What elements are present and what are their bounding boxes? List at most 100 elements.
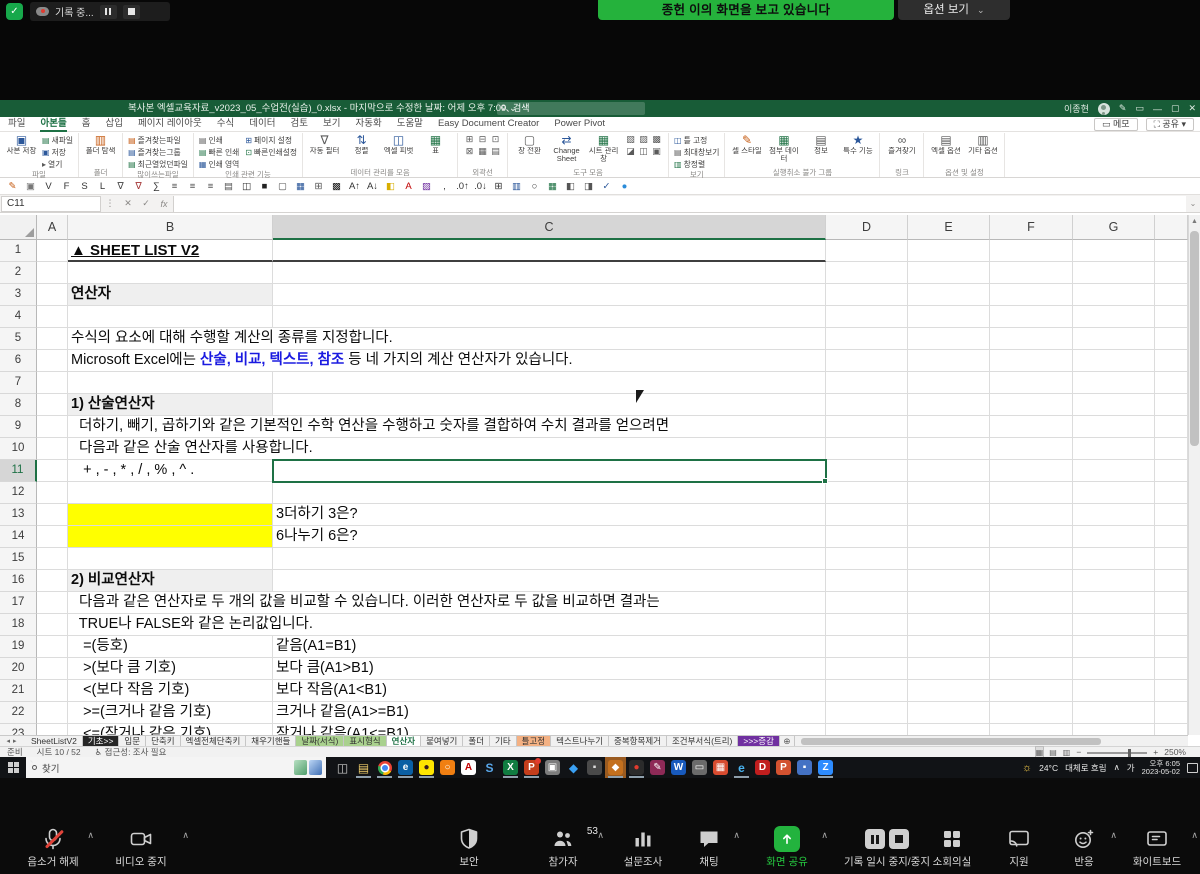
cell-G16[interactable] xyxy=(1073,570,1155,592)
dark-fill-icon[interactable]: ■ xyxy=(257,179,272,194)
cell-D19[interactable] xyxy=(826,636,908,658)
cell-A5[interactable] xyxy=(37,328,68,350)
cell-E5[interactable] xyxy=(908,328,990,350)
cell-X8[interactable] xyxy=(1155,394,1188,416)
sheet-tab-표시형식[interactable]: 표시형식 xyxy=(344,736,386,746)
cell-B9[interactable]: 더하기, 빼기, 곱하기와 같은 기본적인 수학 연산을 수행하고 숫자를 결합… xyxy=(68,416,826,438)
cell-X14[interactable] xyxy=(1155,526,1188,548)
cell-A11[interactable] xyxy=(37,460,68,482)
cell-X4[interactable] xyxy=(1155,306,1188,328)
chevron-up-icon[interactable]: ∧ xyxy=(597,830,604,841)
cell-B14[interactable] xyxy=(68,526,273,548)
ribbon-button-시트 관리창[interactable]: ▦시트 관리창 xyxy=(587,134,620,163)
cell-A23[interactable] xyxy=(37,724,68,735)
ribbon-button-최대창보기[interactable]: ▤최대창보기 xyxy=(674,146,719,158)
cell-X21[interactable] xyxy=(1155,680,1188,702)
s-macro-button[interactable]: S xyxy=(77,179,92,194)
row-header-19[interactable]: 19 xyxy=(0,636,37,658)
cell-C2[interactable] xyxy=(273,262,826,284)
row-header-14[interactable]: 14 xyxy=(0,526,37,548)
filter-icon[interactable]: ∇ xyxy=(113,179,128,194)
comma-style-icon[interactable]: , xyxy=(437,179,452,194)
row-header-8[interactable]: 8 xyxy=(0,394,37,416)
capture-tool-icon[interactable]: ◆ xyxy=(605,757,626,778)
sheet-tab-조건부서식(트리)[interactable]: 조건부서식(트리) xyxy=(667,736,738,746)
row-header-3[interactable]: 3 xyxy=(0,284,37,306)
ribbon-button-즐겨찾기[interactable]: ∞즐겨찾기 xyxy=(885,134,918,155)
fill-color-icon[interactable]: ◧ xyxy=(383,179,398,194)
dark-app-icon[interactable]: ▪ xyxy=(584,757,605,778)
cell-C15[interactable] xyxy=(273,548,826,570)
menu-tab-보기[interactable]: 보기 xyxy=(323,117,340,132)
cell-C16[interactable] xyxy=(273,570,826,592)
cell-D8[interactable] xyxy=(826,394,908,416)
cell-G15[interactable] xyxy=(1073,548,1155,570)
ribbon-options-icon[interactable]: ▭ xyxy=(1135,103,1144,114)
cell-X6[interactable] xyxy=(1155,350,1188,372)
menu-tab-아본들[interactable]: 아본들 xyxy=(40,117,66,132)
cell-E10[interactable] xyxy=(908,438,990,460)
ribbon-mini-icon[interactable]: ◪ xyxy=(624,146,637,158)
remote-app-icon[interactable]: ▭ xyxy=(689,757,710,778)
cell-G4[interactable] xyxy=(1073,306,1155,328)
ribbon-mini-icon[interactable]: ⊞ xyxy=(463,134,476,146)
cell-G23[interactable] xyxy=(1073,724,1155,735)
dark-table-icon[interactable]: ▩ xyxy=(329,179,344,194)
zoom-app-icon[interactable]: Z xyxy=(815,757,836,778)
polls-button[interactable]: 설문조사 xyxy=(612,826,674,870)
ribbon-button-틀 고정[interactable]: ◫틀 고정 xyxy=(674,134,719,146)
ribbon-button-표[interactable]: ▦표 xyxy=(419,134,452,155)
font-smaller-icon[interactable]: A↓ xyxy=(365,179,380,194)
ribbon-button-폴더 탐색[interactable]: ▥폴더 탐색 xyxy=(84,134,117,155)
cell-C4[interactable] xyxy=(273,306,826,328)
format-painter-icon[interactable]: ✎ xyxy=(5,179,20,194)
cell-F6[interactable] xyxy=(990,350,1073,372)
clock[interactable]: 오후 6:052023-05-02 xyxy=(1142,760,1180,776)
close-button[interactable]: ✕ xyxy=(1188,103,1196,114)
cell-A10[interactable] xyxy=(37,438,68,460)
cell-G9[interactable] xyxy=(1073,416,1155,438)
cell-G8[interactable] xyxy=(1073,394,1155,416)
menu-tab-파일[interactable]: 파일 xyxy=(8,117,25,132)
cell-B17[interactable]: 다음과 같은 연산자로 두 개의 값을 비교할 수 있습니다. 이러한 연산자로… xyxy=(68,592,826,614)
cell-F13[interactable] xyxy=(990,504,1073,526)
cell-X20[interactable] xyxy=(1155,658,1188,680)
row-header-12[interactable]: 12 xyxy=(0,482,37,504)
cell-G7[interactable] xyxy=(1073,372,1155,394)
zoom-slider[interactable] xyxy=(1087,752,1147,754)
cell-C3[interactable] xyxy=(273,284,826,306)
font-bigger-icon[interactable]: A↑ xyxy=(347,179,362,194)
menu-tab-수식[interactable]: 수식 xyxy=(217,117,234,132)
ribbon-button-저장[interactable]: ▣저장 xyxy=(42,146,73,158)
ribbon-mini-icon[interactable]: ⊟ xyxy=(476,134,489,146)
cell-B15[interactable] xyxy=(68,548,273,570)
cell-D9[interactable] xyxy=(826,416,908,438)
share-screen-button[interactable]: ∧화면 공유 xyxy=(748,826,826,870)
ribbon-button-정렬[interactable]: ⇅정렬 xyxy=(345,134,378,155)
cell-C1[interactable] xyxy=(273,240,826,262)
participants-button[interactable]: 53∧참가자 xyxy=(524,826,602,870)
cell-F20[interactable] xyxy=(990,658,1073,680)
cell-C19[interactable]: 같음(A1=B1) xyxy=(273,636,826,658)
ribbon-button-즐겨찾는파일[interactable]: ▤즐겨찾는파일 xyxy=(128,134,188,146)
cell-D6[interactable] xyxy=(826,350,908,372)
sheet-tab-중복항목제거[interactable]: 중복항목제거 xyxy=(609,736,667,746)
internet-explorer-icon[interactable]: e xyxy=(731,757,752,778)
cell-X5[interactable] xyxy=(1155,328,1188,350)
cell-A17[interactable] xyxy=(37,592,68,614)
cell-G13[interactable] xyxy=(1073,504,1155,526)
font-color-icon[interactable]: A xyxy=(401,179,416,194)
enter-icon[interactable]: ✓ xyxy=(137,198,155,209)
cell-A9[interactable] xyxy=(37,416,68,438)
share-button[interactable]: ⛶ 공유 ▾ xyxy=(1146,118,1194,131)
pen-app-icon[interactable]: ✎ xyxy=(647,757,668,778)
cell-F21[interactable] xyxy=(990,680,1073,702)
menu-tab-검토[interactable]: 검토 xyxy=(291,117,308,132)
cell-D5[interactable] xyxy=(826,328,908,350)
cell-C8[interactable] xyxy=(273,394,826,416)
sheet-tab-단축키[interactable]: 단축키 xyxy=(146,736,180,746)
menu-tab-페이지 레이아웃[interactable]: 페이지 레이아웃 xyxy=(138,117,202,132)
cell-A6[interactable] xyxy=(37,350,68,372)
menu-tab-Power Pivot[interactable]: Power Pivot xyxy=(554,117,605,132)
stop-video-button[interactable]: ∧비디오 중지 xyxy=(95,826,187,870)
